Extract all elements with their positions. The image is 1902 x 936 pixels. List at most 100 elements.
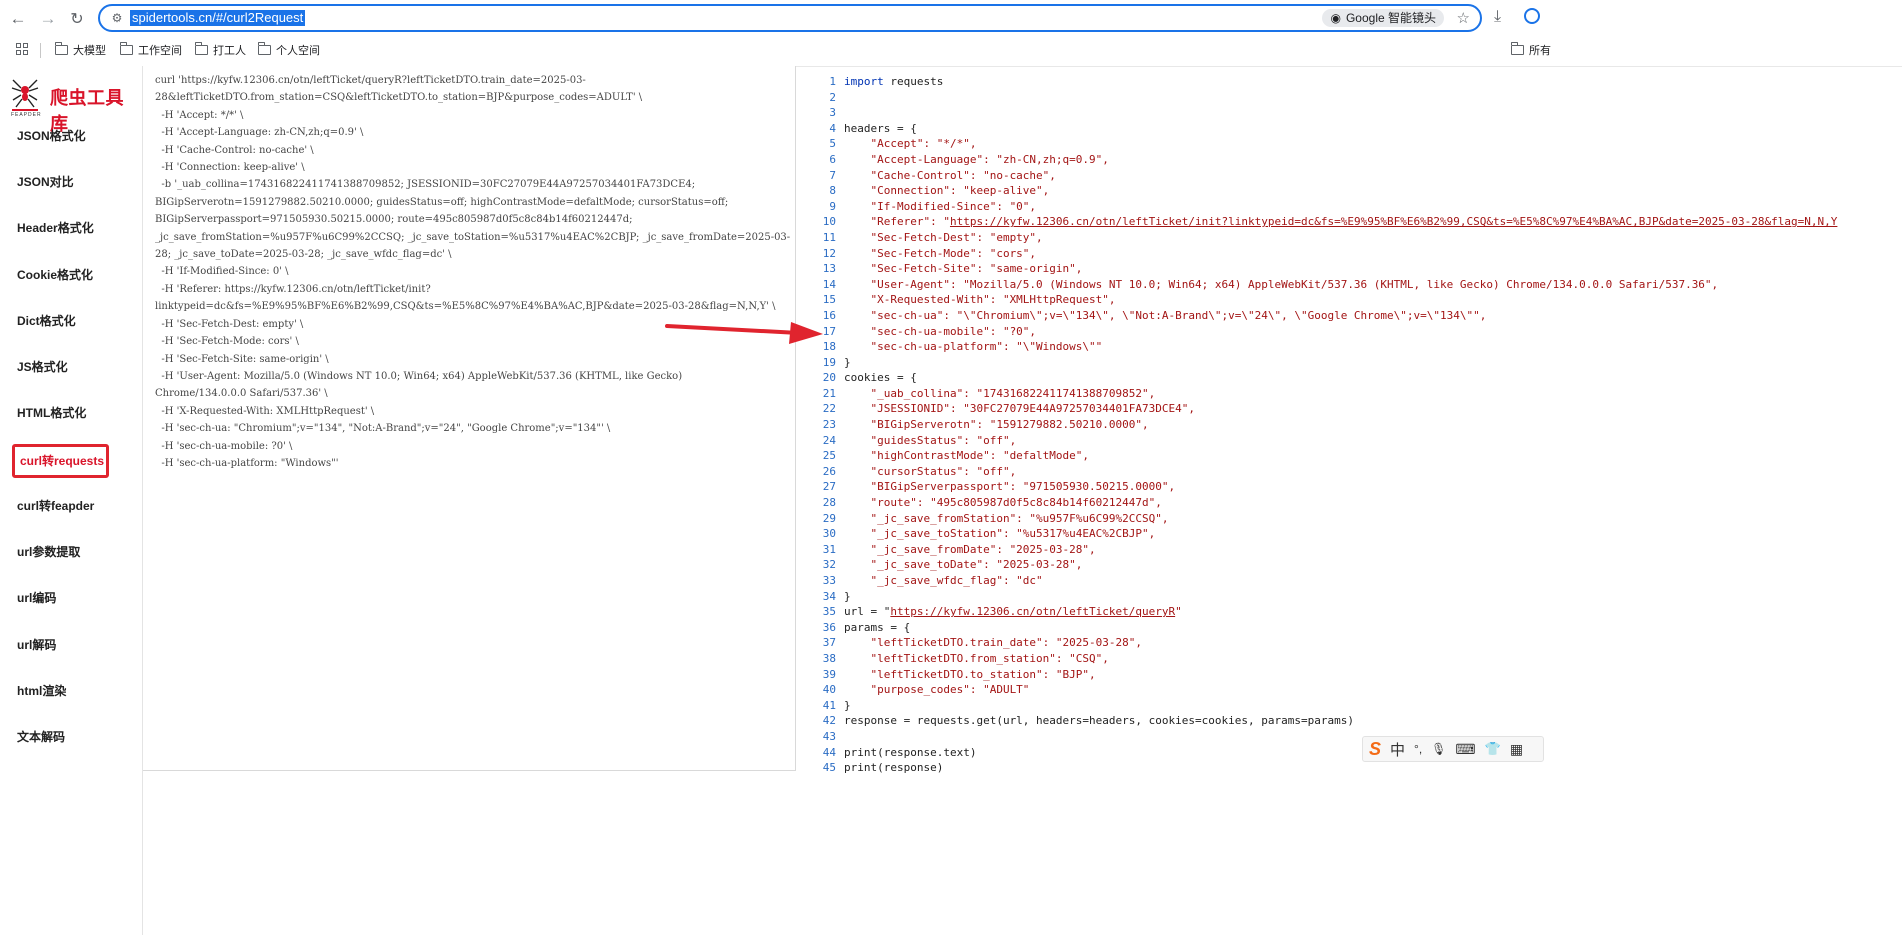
line-number: 36 (822, 620, 836, 634)
code-line: 43 (796, 729, 1902, 745)
line-number: 41 (822, 698, 836, 712)
code-text: "Accept": "*/*", (844, 137, 977, 151)
curl-line: -H 'sec-ch-ua: "Chromium";v="134", "Not:… (155, 423, 611, 435)
bookmark-folder[interactable]: 大模型 (54, 42, 106, 58)
code-line: 15 "X-Requested-With": "XMLHttpRequest", (796, 292, 1902, 308)
sidebar-item-url-decode[interactable]: url解码 (12, 628, 112, 662)
line-number: 20 (822, 371, 836, 385)
code-text: params = { (844, 620, 911, 634)
code-text: } (844, 698, 851, 712)
download-icon[interactable]: ⤓ (1494, 8, 1501, 26)
line-number: 6 (829, 152, 836, 166)
curl-line: -b '_uab_collina=17431682241174138870985… (155, 179, 696, 191)
url-text[interactable]: spidertools.cn/#/curl2Request (130, 10, 306, 26)
all-bookmarks-folder[interactable]: 所有 (1510, 42, 1551, 58)
curl-line: -H 'Connection: keep-alive' \ (155, 162, 305, 174)
bookmark-folder[interactable]: 打工人 (194, 42, 246, 58)
line-number: 42 (822, 714, 836, 728)
folder-icon (119, 42, 133, 55)
curl-line: -H 'If-Modified-Since: 0' \ (155, 266, 289, 278)
ime-keyboard-icon[interactable]: ⌨ (1455, 741, 1475, 758)
code-line: 8 "Connection": "keep-alive", (796, 183, 1902, 199)
address-bar[interactable]: ⚙ spidertools.cn/#/curl2Request ◉ Google… (98, 4, 1482, 32)
logo-subtext: FEAPDER (11, 112, 42, 118)
ime-punctuation-icon[interactable]: °, (1414, 742, 1422, 756)
code-text: "Accept-Language": "zh-CN,zh;q=0.9", (844, 152, 1109, 166)
code-link[interactable]: https://kyfw.12306.cn/otn/leftTicket/ini… (950, 215, 1837, 228)
line-number: 17 (822, 324, 836, 338)
code-line: 14 "User-Agent": "Mozilla/5.0 (Windows N… (796, 277, 1902, 293)
line-number: 10 (822, 215, 836, 229)
line-number: 37 (822, 636, 836, 650)
sidebar-item-url-encode[interactable]: url编码 (12, 581, 112, 615)
line-number: 1 (829, 75, 836, 88)
sidebar-item-header-format[interactable]: Header格式化 (12, 211, 112, 245)
sidebar-item-curl-to-feapder[interactable]: curl转feapder (12, 489, 112, 523)
curl-line: -H 'Sec-Fetch-Site: same-origin' \ (155, 353, 329, 365)
sidebar-item-text-decode[interactable]: 文本解码 (12, 720, 112, 754)
bookmark-folder[interactable]: 个人空间 (257, 42, 320, 58)
curl-line: -H 'User-Agent: Mozilla/5.0 (Windows NT … (155, 370, 683, 382)
ime-voice-icon[interactable]: 🎙 (1431, 742, 1446, 756)
sidebar-item-dict-format[interactable]: Dict格式化 (12, 304, 112, 338)
forward-arrow-icon[interactable]: → (37, 8, 59, 30)
code-line: 28 "route": "495c805987d0f5c8c84b14f6021… (796, 495, 1902, 511)
code-text: "highContrastMode": "defaltMode", (844, 449, 1090, 463)
sidebar-item-json-compare[interactable]: JSON对比 (12, 165, 112, 199)
bookmark-folder[interactable]: 工作空间 (119, 42, 182, 58)
line-number: 8 (829, 184, 836, 198)
code-line: 37 "leftTicketDTO.train_date": "2025-03-… (796, 635, 1902, 651)
sidebar-item-url-params[interactable]: url参数提取 (12, 535, 112, 569)
line-number: 33 (822, 574, 836, 587)
code-line: 25 "highContrastMode": "defaltMode", (796, 448, 1902, 464)
line-number: 31 (822, 542, 836, 556)
ime-toolbar[interactable]: S 中 °, 🎙 ⌨ 👕 ▦ (1362, 736, 1544, 762)
code-line: 24 "guidesStatus": "off", (796, 433, 1902, 449)
curl-line: -H 'Cache-Control: no-cache' \ (155, 144, 314, 156)
apps-grid-icon[interactable] (16, 43, 28, 55)
code-line: 22 "JSESSIONID": "30FC27079E44A972570344… (796, 401, 1902, 417)
reload-icon[interactable]: ↻ (66, 8, 88, 30)
line-number: 9 (829, 199, 836, 213)
code-link[interactable]: https://kyfw.12306.cn/otn/leftTicket/que… (890, 605, 1175, 618)
code-line: 17 "sec-ch-ua-mobile": "?0", (796, 324, 1902, 340)
python-output-editor[interactable]: 1 import requests 2 3 4 headers = {5 "Accept"… (796, 66, 1902, 936)
site-logo[interactable]: 爬虫工具库 FEAPDER (10, 76, 140, 134)
curl-input-editor[interactable]: curl 'https://kyfw.12306.cn/otn/leftTick… (143, 66, 796, 771)
line-number: 18 (822, 340, 836, 354)
code-line: 33 "_jc_save_wfdc_flag": "dc" (796, 573, 1902, 589)
code-text: "Cache-Control": "no-cache", (844, 168, 1056, 182)
line-number: 15 (822, 293, 836, 307)
curl-line: Chrome/134.0.0.0 Safari/537.36' \ (155, 388, 328, 400)
sidebar-item-js-format[interactable]: JS格式化 (12, 350, 112, 384)
curl-input-text[interactable]: curl 'https://kyfw.12306.cn/otn/leftTick… (155, 72, 791, 472)
bookmark-label: 个人空间 (276, 45, 320, 57)
code-text: "BIGipServerpassport": "971505930.50215.… (844, 480, 1176, 494)
ime-chinese-mode[interactable]: 中 (1390, 739, 1405, 760)
curl-line: curl 'https://kyfw.12306.cn/otn/leftTick… (155, 75, 586, 86)
bookmark-star-icon[interactable]: ☆ (1457, 9, 1470, 27)
code-line: 27 "BIGipServerpassport": "971505930.502… (796, 479, 1902, 495)
code-line: 4 headers = { (796, 121, 1902, 137)
site-info-icon[interactable]: ⚙ (108, 9, 126, 27)
sidebar-item-cookie-format[interactable]: Cookie格式化 (12, 258, 112, 292)
code-text: "purpose_codes": "ADULT" (844, 683, 1030, 697)
sidebar-item-html-format[interactable]: HTML格式化 (12, 396, 112, 430)
code-text: "sec-ch-ua": "\"Chromium\";v=\"134\", \"… (844, 308, 1487, 322)
bookmark-label: 大模型 (73, 45, 106, 57)
sidebar-item-html-render[interactable]: html渲染 (12, 674, 112, 708)
profile-icon[interactable] (1524, 8, 1540, 24)
curl-line: _jc_save_fromStation=%u957F%u6C99%2CCSQ;… (155, 231, 791, 243)
sidebar-item-curl-to-requests[interactable]: curl转requests (12, 444, 109, 478)
google-lens-chip[interactable]: ◉ Google 智能镜头 (1322, 9, 1444, 27)
curl-line: -H 'sec-ch-ua-platform: "Windows"' (155, 457, 339, 469)
back-arrow-icon[interactable]: ← (7, 8, 29, 30)
ime-skin-icon[interactable]: 👕 (1485, 741, 1501, 757)
code-text: print(response) (844, 761, 944, 775)
sogou-ime-icon[interactable]: S (1369, 739, 1381, 760)
curl-line: linktypeid=dc&fs=%E9%95%BF%E6%B2%99,CSQ&… (155, 301, 776, 313)
code-text: "leftTicketDTO.to_station": "BJP", (844, 667, 1096, 681)
code-line: 13 "Sec-Fetch-Site": "same-origin", (796, 261, 1902, 277)
sidebar-item-json-format[interactable]: JSON格式化 (12, 119, 112, 153)
ime-toolbox-icon[interactable]: ▦ (1510, 741, 1523, 758)
